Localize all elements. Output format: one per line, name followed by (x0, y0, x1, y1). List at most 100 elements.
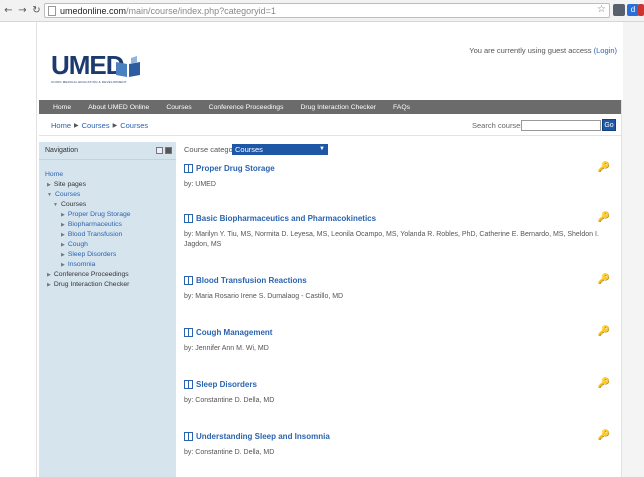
breadcrumb-courses-current[interactable]: Courses (120, 121, 148, 130)
collapse-block-icon[interactable] (156, 147, 163, 154)
extension-shield-icon[interactable] (613, 4, 625, 16)
course-title: Proper Drug Storage (196, 164, 275, 173)
logo-subtitle: UNION MEDICAL EDUCATION & DEVELOPMENT (51, 80, 127, 84)
course-title-link[interactable]: Sleep Disorders (184, 380, 614, 389)
extension-red-icon[interactable] (638, 4, 644, 16)
guest-access-key-icon[interactable]: 🔑 (598, 326, 610, 337)
navigation-tree: Home ▶ Site pages ▼ Courses ▼ Courses ▶ Prop… (39, 160, 176, 290)
nav-item-insomnia[interactable]: ▶ Insomnia (45, 260, 176, 270)
course-item: Cough Management by: Jennifer Ann M. Wi,… (184, 326, 614, 354)
reload-icon[interactable]: ↻ (31, 5, 42, 16)
nav-drug-checker-label: Drug Interaction Checker (53, 281, 130, 288)
nav-item-sleep-disorders[interactable]: ▶ Sleep Disorders (45, 250, 176, 260)
course-title: Sleep Disorders (196, 380, 257, 389)
nav-item-label: Cough (67, 241, 88, 248)
nav-home[interactable]: Home (45, 170, 176, 180)
menu-home[interactable]: Home (53, 104, 71, 111)
course-item: Sleep Disorders by: Constantine D. Della… (184, 378, 614, 406)
menu-about[interactable]: About UMED Online (88, 104, 149, 111)
dock-block-icon[interactable] (165, 147, 172, 154)
nav-courses-label: Courses (54, 191, 81, 198)
nav-courses[interactable]: ▼ Courses (45, 190, 176, 200)
guest-access-key-icon[interactable]: 🔑 (598, 378, 610, 389)
navigation-header: Navigation (39, 142, 176, 160)
course-book-icon (184, 214, 193, 223)
search-input[interactable] (521, 120, 601, 131)
course-title-link[interactable]: Proper Drug Storage (184, 164, 614, 173)
menu-conference[interactable]: Conference Proceedings (209, 104, 284, 111)
umed-logo[interactable]: UMED UNION MEDICAL EDUCATION & DEVELOPME… (51, 52, 161, 96)
expand-icon: ▶ (61, 232, 65, 238)
nav-item-biopharmaceutics[interactable]: ▶ Biopharmaceutics (45, 220, 176, 230)
menu-faqs[interactable]: FAQs (393, 104, 410, 111)
course-title: Cough Management (196, 328, 273, 337)
guest-access-key-icon[interactable]: 🔑 (598, 274, 610, 285)
window-right-edge (622, 22, 644, 477)
nav-item-cough[interactable]: ▶ Cough (45, 240, 176, 250)
course-teachers: by: UMED (184, 181, 216, 188)
course-book-icon (184, 164, 193, 173)
course-title: Blood Transfusion Reactions (196, 276, 307, 285)
nav-item-label: Insomnia (67, 261, 96, 268)
page-icon (48, 5, 56, 16)
course-teachers: by: Constantine D. Della, MD (184, 397, 275, 404)
expand-icon: ▶ (61, 212, 65, 218)
nav-item-label: Biopharmaceutics (67, 221, 122, 228)
back-arrow-icon[interactable]: ← (3, 5, 14, 16)
course-title: Basic Biopharmaceutics and Pharmacokinet… (196, 214, 377, 223)
site-header: UMED UNION MEDICAL EDUCATION & DEVELOPME… (37, 22, 623, 100)
course-item: Blood Transfusion Reactions by: Maria Ro… (184, 274, 614, 302)
bookmark-star-icon[interactable]: ☆ (597, 4, 606, 15)
expand-icon: ▶ (61, 242, 65, 248)
login-link[interactable]: (Login) (594, 46, 617, 55)
course-title-link[interactable]: Blood Transfusion Reactions (184, 276, 614, 285)
breadcrumb-separator-icon: ▶ (74, 123, 79, 129)
address-bar[interactable]: umedonline.com/main/course/index.php?cat… (44, 3, 610, 18)
course-book-icon (184, 432, 193, 441)
collapse-icon: ▼ (53, 202, 58, 208)
breadcrumb-home[interactable]: Home (51, 121, 71, 130)
forward-arrow-icon[interactable]: → (17, 5, 28, 16)
url-path: /main/course/index.php?categoryid=1 (126, 5, 276, 16)
main-menu: Home About UMED Online Courses Conferenc… (39, 100, 621, 114)
breadcrumb-courses[interactable]: Courses (82, 121, 110, 130)
menu-drug-checker[interactable]: Drug Interaction Checker (300, 104, 376, 111)
course-book-icon (184, 380, 193, 389)
nav-item-proper-drug-storage[interactable]: ▶ Proper Drug Storage (45, 210, 176, 220)
search-go-button[interactable]: Go (602, 119, 616, 131)
dropdown-arrow-icon: ▼ (319, 146, 325, 152)
category-select[interactable]: Courses ▼ (232, 144, 328, 155)
breadcrumb-separator-icon: ▶ (112, 123, 118, 129)
collapse-icon: ▼ (47, 192, 52, 198)
guest-access-key-icon[interactable]: 🔑 (598, 430, 610, 441)
course-item: Basic Biopharmaceutics and Pharmacokinet… (184, 212, 614, 250)
expand-icon: ▶ (61, 252, 65, 258)
course-book-icon (184, 328, 193, 337)
logo-text: UMED (51, 50, 125, 80)
course-teachers: by: Jennifer Ann M. Wi, MD (184, 345, 269, 352)
course-teachers: by: Maria Rosario Irene S. Dumalaog - Ca… (184, 293, 344, 300)
menu-courses[interactable]: Courses (166, 104, 191, 111)
course-title-link[interactable]: Cough Management (184, 328, 614, 337)
expand-icon: ▶ (47, 282, 51, 288)
expand-icon: ▶ (47, 272, 51, 278)
nav-site-pages[interactable]: ▶ Site pages (45, 180, 176, 190)
login-info: You are currently using guest access (Lo… (469, 46, 617, 55)
login-info-text: You are currently using guest access (469, 46, 592, 55)
search-label: Search courses: (472, 121, 527, 130)
expand-icon: ▶ (61, 222, 65, 228)
nav-item-blood-transfusion[interactable]: ▶ Blood Transfusion (45, 230, 176, 240)
guest-access-key-icon[interactable]: 🔑 (598, 212, 610, 223)
course-teachers: by: Constantine D. Della, MD (184, 449, 275, 456)
category-select-value: Courses (235, 145, 263, 154)
nav-drug-interaction-checker[interactable]: ▶ Drug Interaction Checker (45, 280, 176, 290)
expand-icon: ▶ (61, 262, 65, 268)
guest-access-key-icon[interactable]: 🔑 (598, 162, 610, 173)
course-title-link[interactable]: Basic Biopharmaceutics and Pharmacokinet… (184, 214, 614, 223)
nav-courses-sub[interactable]: ▼ Courses (45, 200, 176, 210)
nav-conference-label: Conference Proceedings (53, 271, 129, 278)
nav-conference-proceedings[interactable]: ▶ Conference Proceedings (45, 270, 176, 280)
nav-item-label: Sleep Disorders (67, 251, 117, 258)
course-title-link[interactable]: Understanding Sleep and Insomnia (184, 432, 614, 441)
nav-site-pages-label: Site pages (53, 181, 86, 188)
